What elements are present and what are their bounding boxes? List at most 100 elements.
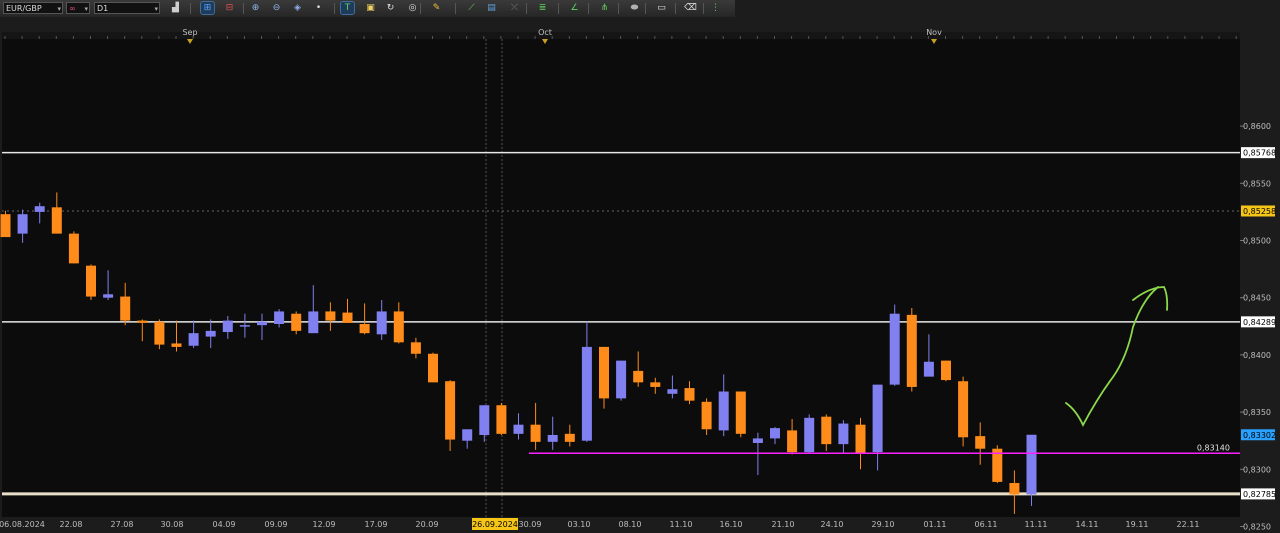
candle-body bbox=[581, 346, 592, 441]
candle-body bbox=[376, 311, 387, 335]
date-tick-label: 22.08 bbox=[60, 520, 83, 529]
candle-body bbox=[171, 343, 182, 347]
period-separator-icon[interactable]: ◈ bbox=[291, 2, 304, 14]
dot-icon[interactable]: • bbox=[312, 2, 325, 14]
month-label: Oct bbox=[538, 28, 552, 37]
date-tick-label: 04.09 bbox=[213, 520, 236, 529]
candle-body bbox=[68, 233, 79, 264]
symbol-select[interactable]: EUR/GBP ▾ bbox=[3, 2, 63, 14]
toolbar-separator bbox=[190, 3, 191, 14]
candle-body bbox=[188, 333, 199, 346]
date-tick-label: 27.08 bbox=[111, 520, 134, 529]
toolbar-separator bbox=[675, 3, 676, 14]
candle-body bbox=[513, 424, 524, 434]
date-tick-label: 03.10 bbox=[568, 520, 591, 529]
candle-body bbox=[855, 424, 866, 454]
fibonacci-icon[interactable]: ≣ bbox=[536, 2, 549, 14]
candle-body bbox=[428, 353, 438, 383]
toolbar-separator bbox=[703, 3, 704, 14]
crosshair-icon[interactable]: ⊟ bbox=[223, 2, 236, 14]
candle-body bbox=[787, 430, 798, 453]
candle bbox=[889, 304, 900, 386]
zoom-in-icon[interactable]: ⊕ bbox=[249, 2, 262, 14]
candle-body bbox=[701, 401, 712, 430]
price-axis bbox=[1240, 39, 1280, 517]
candle-body bbox=[906, 314, 917, 387]
candle-body bbox=[838, 423, 849, 445]
price-tick-label: 0,8250 bbox=[1243, 523, 1271, 532]
price-tick-label: 0,8350 bbox=[1243, 408, 1271, 417]
current-price-tag-text: 0,83302 bbox=[1243, 431, 1276, 440]
compare-select[interactable]: ∞ ▾ bbox=[66, 2, 90, 14]
cursor-date-text: 26.09.2024 bbox=[472, 520, 518, 529]
cursor-mode-icon[interactable]: ⊞ bbox=[200, 1, 215, 15]
date-tick-label: 08.10 bbox=[619, 520, 642, 529]
date-tick-label: 16.10 bbox=[720, 520, 743, 529]
gann-icon[interactable]: ⤫ bbox=[508, 2, 521, 14]
objects-icon[interactable]: ◎ bbox=[406, 2, 419, 14]
toolbar-separator bbox=[243, 3, 244, 14]
candle-body bbox=[975, 436, 986, 449]
candle-body bbox=[804, 417, 815, 453]
price-tick-label: 0,8500 bbox=[1243, 237, 1271, 246]
level-price-tag-text: 0,85768 bbox=[1243, 149, 1276, 158]
candle-body bbox=[325, 311, 336, 321]
candle bbox=[941, 360, 951, 382]
candle bbox=[992, 445, 1003, 484]
zoom-out-icon[interactable]: ⊖ bbox=[270, 2, 283, 14]
candle-body bbox=[103, 294, 114, 298]
angle-icon[interactable]: ∠ bbox=[568, 2, 581, 14]
candle-body bbox=[205, 330, 216, 337]
candle-body bbox=[958, 381, 969, 438]
date-tick-label: 21.10 bbox=[772, 520, 795, 529]
date-tick-label: 11.10 bbox=[670, 520, 693, 529]
candle bbox=[428, 352, 438, 383]
candle-body bbox=[137, 320, 148, 323]
candle-body bbox=[872, 384, 883, 453]
rectangle-icon[interactable]: ▭ bbox=[655, 2, 668, 14]
month-label: Nov bbox=[926, 28, 942, 37]
candle-body bbox=[530, 424, 541, 442]
date-tick-label: 01.11 bbox=[924, 520, 947, 529]
timeframe-select[interactable]: D1 ▾ bbox=[94, 2, 160, 14]
candle bbox=[86, 264, 96, 300]
timeframe-value: D1 bbox=[97, 4, 109, 13]
candle-body bbox=[547, 434, 558, 442]
level-price-tag-text: 0,84289 bbox=[1243, 318, 1276, 327]
candle-body bbox=[1026, 434, 1037, 495]
candle bbox=[906, 307, 917, 392]
template-icon[interactable]: ▣ bbox=[364, 2, 377, 14]
chevron-down-icon: ▾ bbox=[84, 5, 88, 13]
price-tick-label: 0,8550 bbox=[1243, 179, 1271, 188]
chart-type-icon[interactable]: ▟ bbox=[169, 2, 182, 14]
candle-body bbox=[17, 214, 28, 234]
eraser-icon[interactable]: ⌫ bbox=[684, 2, 697, 14]
ellipse-icon[interactable]: ⬬ bbox=[628, 2, 641, 14]
candle-body bbox=[821, 416, 832, 445]
price-tick-label: 0,8400 bbox=[1243, 351, 1271, 360]
pencil-icon[interactable]: ✎ bbox=[430, 2, 443, 14]
price-chart[interactable]: 0,83140 0,8600 0,8550 0,8500 0,8450 0,8400 0,… bbox=[0, 17, 1280, 533]
date-tick-label: 09.09 bbox=[265, 520, 288, 529]
date-tick-label: 24.10 bbox=[821, 520, 844, 529]
candle-body bbox=[445, 381, 456, 440]
pitchfork-icon[interactable]: ⋔ bbox=[598, 2, 611, 14]
date-tick-label: 29.10 bbox=[872, 520, 895, 529]
candle-body bbox=[684, 388, 695, 401]
date-tick-label: 30.08 bbox=[161, 520, 184, 529]
arrange-icon[interactable]: ⋮ bbox=[709, 2, 722, 14]
date-tick-label: 14.11 bbox=[1076, 520, 1099, 529]
toolbar-separator bbox=[645, 3, 646, 14]
magenta-level-label: 0,83140 bbox=[1197, 443, 1230, 452]
date-tick-label: 11.11 bbox=[1025, 520, 1048, 529]
candle-body bbox=[599, 346, 609, 399]
text-tool-icon[interactable]: T bbox=[340, 1, 355, 15]
toolbar-separator bbox=[588, 3, 589, 14]
candle-body bbox=[496, 405, 507, 434]
refresh-icon[interactable]: ↻ bbox=[384, 2, 397, 14]
window-icon[interactable]: ▤ bbox=[485, 2, 498, 14]
trendline-icon[interactable]: ⟋ bbox=[465, 2, 478, 14]
candle bbox=[496, 402, 507, 435]
candle-body bbox=[86, 265, 96, 297]
candle-body bbox=[291, 313, 302, 331]
